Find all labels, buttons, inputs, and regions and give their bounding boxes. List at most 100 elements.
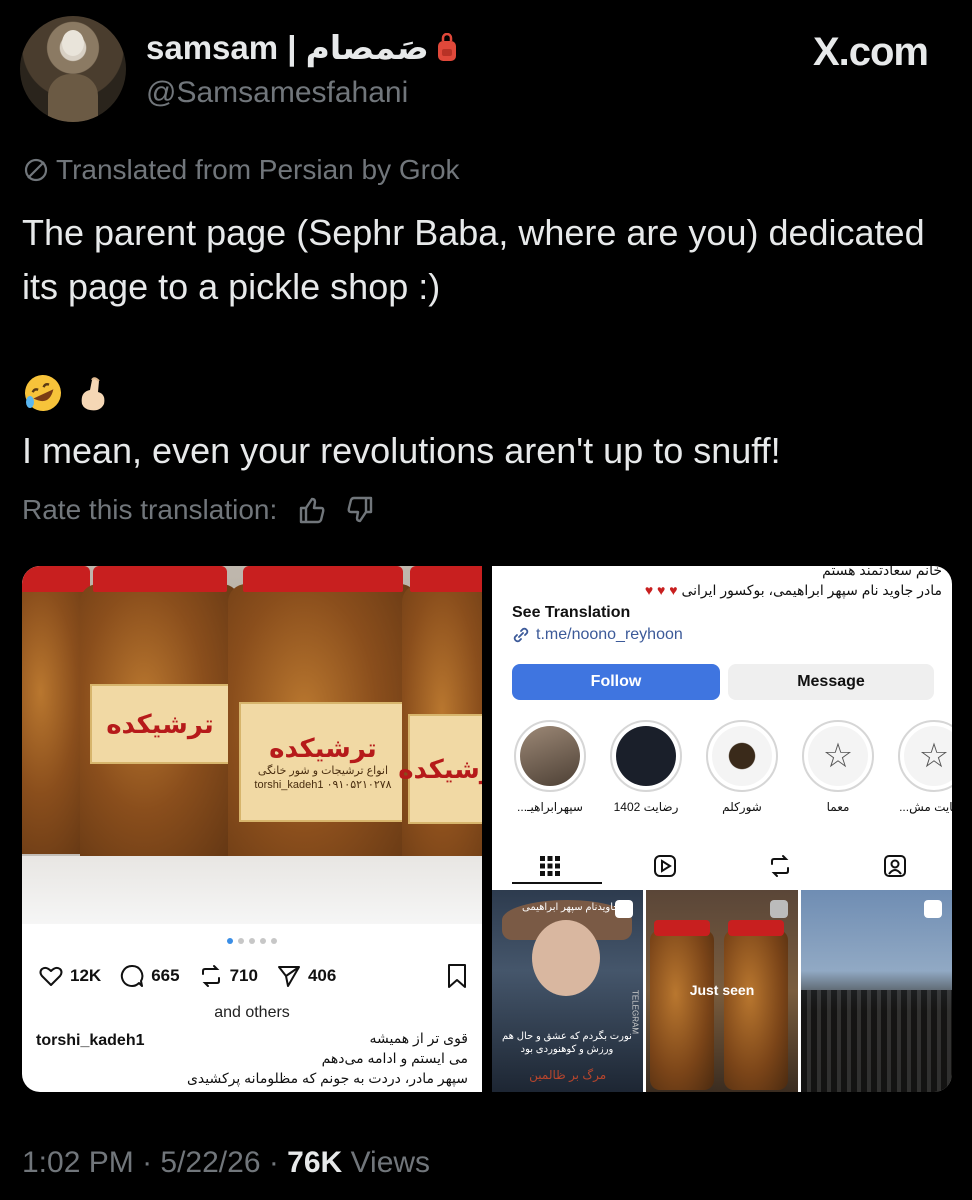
story-highlights: سپهرابراهیـ... رضایت 1402 شورکلم ☆ معما … (512, 720, 952, 814)
post-caption: قوی تر از همیشه می ایستم و ادامه می‌دهم … (138, 1028, 468, 1088)
carousel-dot (227, 938, 233, 944)
profile-link[interactable]: t.me/noono_reyhoon (512, 626, 683, 644)
rate-translation: Rate this translation: (22, 494, 377, 526)
carousel-dots (22, 938, 482, 944)
profile-link-text: t.me/noono_reyhoon (536, 626, 683, 643)
highlight-item[interactable]: شورکلم (704, 720, 780, 814)
message-button[interactable]: Message (728, 664, 934, 700)
like-action[interactable]: 12K (38, 963, 101, 989)
profile-post-grid: #جاویدنام سپهر ابراهیمی TELEGRAM نورت بگ… (492, 890, 952, 1092)
views-label: Views (350, 1146, 431, 1179)
tweet-text-second: I mean, even your revolutions aren't up … (22, 430, 781, 471)
tab-reels[interactable] (607, 846, 722, 886)
liked-by-others: and others (214, 1004, 290, 1021)
grid-post[interactable] (800, 890, 952, 1092)
profile-bio: خانم سعادتمند هستم مادر جاوید نام سپهر ا… (502, 566, 942, 600)
follow-button[interactable]: Follow (512, 664, 720, 700)
pickle-jar (724, 920, 789, 1090)
jar-label-subtitle: انواع ترشیجات و شور خانگی (257, 764, 389, 777)
grid-post[interactable]: #جاویدنام سپهر ابراهیمی TELEGRAM نورت بگ… (492, 890, 644, 1092)
pickle-jar (650, 920, 715, 1090)
pinching-hand-emoji-icon (81, 377, 105, 411)
active-tab-indicator (512, 882, 602, 884)
site-watermark: X.com (812, 30, 929, 74)
crowd-photo (800, 990, 952, 1092)
thumbs-up-icon[interactable] (295, 494, 327, 526)
photo-face (532, 920, 600, 996)
instagram-post-screenshot[interactable]: ترشیکده ترشیکده انواع ترشیجات و شور خانگ… (22, 566, 482, 1092)
post-username[interactable]: torshi_kadeh1 (36, 1032, 144, 1050)
tweet-date[interactable]: 5/22/26 (160, 1146, 260, 1179)
multi-post-icon (769, 900, 788, 918)
views-count: 76K (287, 1146, 343, 1179)
link-icon (513, 627, 529, 643)
highlight-item[interactable]: رضایت 1402 (608, 720, 684, 814)
profile-tabs (492, 846, 952, 886)
share-count: 406 (307, 966, 337, 985)
jar-label-title: ترشیکده (398, 753, 482, 784)
carousel-dot (238, 938, 244, 944)
caption-line: می ایستم و ادامه می‌دهم (321, 1050, 468, 1066)
post-actions: 12K 665 710 406 (38, 958, 470, 994)
grid-post-watermark: TELEGRAM (630, 990, 640, 1035)
tab-posts-grid[interactable] (492, 846, 607, 886)
grid-post-title: #جاویدنام سپهر ابراهیمی (522, 902, 626, 913)
media-grid[interactable]: ترشیکده ترشیکده انواع ترشیجات و شور خانگ… (22, 566, 952, 1092)
translation-notice: Translated from Persian by Grok (22, 154, 460, 186)
instagram-profile-screenshot[interactable]: خانم سعادتمند هستم مادر جاوید نام سپهر ا… (492, 566, 952, 1092)
translation-notice-text: Translated from Persian by Grok (56, 154, 460, 185)
just-seen-label: Just seen (689, 982, 755, 998)
comment-count: 665 (151, 966, 180, 985)
thumbs-down-icon[interactable] (345, 494, 377, 526)
rolling-laughing-emoji-icon (25, 375, 61, 411)
display-name[interactable]: samsam | صَمصام (146, 28, 429, 67)
jar-label-phone: torshi_kadeh1 ۰۹۱۰۵۲۱۰۲۷۸ (254, 778, 392, 791)
carousel-dot (249, 938, 255, 944)
emoji-row (22, 372, 114, 414)
highlight-label: معما (826, 800, 850, 814)
highlight-label: رضایت 1402 (613, 800, 679, 814)
grid-post-text: نورت بگردم که عشق و حال هم ورزش و کوهنور… (502, 1031, 632, 1055)
bio-line: مادر جاوید نام سپهر ابراهیمی، بوکسور ایر… (644, 582, 942, 598)
carousel-dot (271, 938, 277, 944)
repost-action[interactable]: 710 (198, 963, 258, 989)
name-row: samsam | صَمصام (146, 28, 457, 67)
repost-icon (770, 855, 789, 877)
tweet-meta: 1:02 PM · 5/22/26 · 76K Views (22, 1146, 431, 1179)
highlight-label: شورکلم (722, 800, 762, 814)
highlight-item[interactable]: ☆ رضایت مش... (896, 720, 952, 814)
backpack-icon (435, 32, 457, 63)
repost-count: 710 (229, 966, 258, 985)
jar-label-title: ترشیکده (106, 708, 214, 739)
comment-action[interactable]: 665 (119, 963, 180, 989)
tagged-user-icon (883, 855, 906, 877)
avatar[interactable] (20, 16, 126, 122)
video-icon (923, 900, 942, 918)
caption-line: سپهر مادر، دردت به جونم که مظلومانه پرکش… (186, 1070, 468, 1086)
repost-icon (201, 965, 220, 987)
grid-post[interactable]: Just seen (646, 890, 798, 1092)
comment-icon (121, 964, 144, 987)
send-icon (277, 966, 300, 987)
tweet-header: samsam | صَمصام @Samsamesfahani X.com (20, 16, 952, 126)
grid-post-red-text: مرگ بر ظالمین (529, 1068, 607, 1082)
bio-line: خانم سعادتمند هستم (822, 566, 942, 578)
no-symbol-icon (24, 158, 48, 182)
highlight-label: رضایت مش... (899, 800, 952, 814)
tweet-text: The parent page (Sephr Baba, where are y… (22, 212, 925, 307)
carousel-dot (260, 938, 266, 944)
share-action[interactable]: 406 (276, 963, 336, 989)
see-translation-link[interactable]: See Translation (512, 604, 630, 622)
pickle-jar: ترشیکده (80, 566, 240, 874)
highlight-item[interactable]: ☆ معما (800, 720, 876, 814)
like-count: 12K (70, 966, 102, 985)
highlight-label: سپهرابراهیـ... (517, 800, 583, 814)
pickle-jars-photo: ترشیکده ترشیکده انواع ترشیجات و شور خانگ… (22, 566, 482, 924)
bookmark-icon[interactable] (444, 962, 470, 990)
highlight-item[interactable]: سپهرابراهیـ... (512, 720, 588, 814)
tab-tagged[interactable] (837, 846, 952, 886)
user-handle[interactable]: @Samsamesfahani (146, 76, 408, 110)
tweet-time[interactable]: 1:02 PM (22, 1146, 134, 1179)
video-icon (615, 900, 634, 918)
tab-reposts[interactable] (722, 846, 837, 886)
